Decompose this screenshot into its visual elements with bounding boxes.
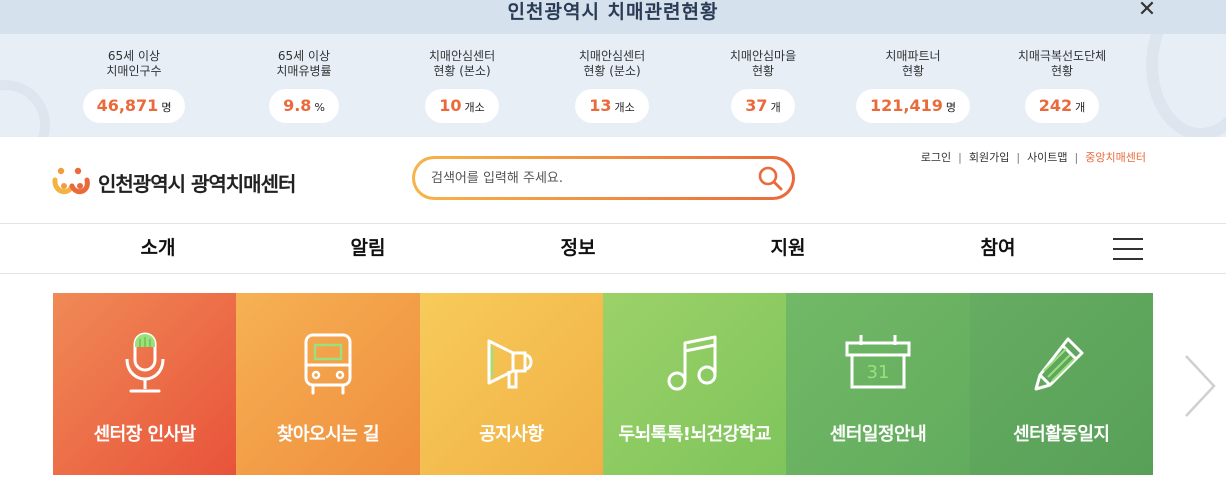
quick-tile-label: 센터활동일지: [1013, 424, 1110, 445]
quick-tile-brain-school[interactable]: 두뇌톡톡!뇌건강학교: [602, 293, 787, 475]
stat-unit: 개소: [614, 101, 635, 114]
stat-unit: %: [314, 101, 325, 114]
stat-label: 치매안심센터 현황 (분소): [578, 49, 646, 78]
dementia-stats-banner: 인천광역시 치매관련현황 ✕ 65세 이상 치매인구수 46,871 명 65세 …: [0, 0, 1226, 137]
search-icon: [758, 166, 783, 191]
search-input[interactable]: [431, 170, 748, 186]
stat-unit: 명: [161, 101, 172, 114]
stat-item: 치매안심마을 현황 37 개: [688, 47, 838, 123]
quick-tile-directions[interactable]: 찾아오시는 길: [236, 293, 420, 475]
search-button[interactable]: [748, 159, 792, 197]
menu-icon[interactable]: [1113, 238, 1143, 260]
stat-value-pill: 13 개소: [575, 89, 649, 123]
carousel-next-button[interactable]: [1180, 352, 1218, 420]
logo-text: 인천광역시 광역치매센터: [98, 171, 296, 196]
quick-menu: 센터장 인사말 찾아오시는 길 공지사항 두뇌톡톡!뇌건강학교 31 센터일정안…: [53, 293, 1153, 475]
microphone-icon: [115, 329, 175, 399]
search-field-wrapper: [415, 159, 792, 197]
stat-value-pill: 37 개: [731, 89, 795, 123]
search-box: [412, 156, 795, 200]
calendar-day: 31: [867, 362, 890, 383]
nav-item-intro[interactable]: 소개: [98, 224, 218, 273]
separator: |: [1074, 150, 1079, 164]
nav-item-info[interactable]: 정보: [518, 224, 638, 273]
quick-tile-greeting[interactable]: 센터장 인사말: [53, 293, 237, 475]
separator: |: [958, 150, 962, 164]
nav-item-participate[interactable]: 참여: [938, 224, 1058, 273]
stat-item: 치매안심센터 현황 (본소) 10 개소: [387, 47, 537, 123]
quick-tile-label: 공지사항: [479, 424, 544, 445]
menu-icon-bar: [1113, 238, 1143, 240]
stat-value-pill: 121,419 명: [856, 89, 970, 123]
quick-tile-label: 센터장 인사말: [93, 424, 197, 445]
site-header: 인천광역시 광역치매센터 로그인 | 회원가입 | 사이트맵 | 중앙치매센터: [0, 137, 1226, 223]
stat-label: 65세 이상 치매유병률: [276, 49, 332, 78]
calendar-icon: 31: [843, 329, 913, 399]
menu-icon-bar: [1113, 248, 1143, 250]
chevron-right-icon: [1185, 355, 1216, 417]
stat-value: 121,419: [870, 96, 943, 115]
quick-tile-notice[interactable]: 공지사항: [419, 293, 603, 475]
stat-value: 10: [439, 96, 462, 115]
megaphone-icon: [479, 329, 543, 399]
stat-value-pill: 46,871 명: [82, 89, 186, 123]
quick-tile-label: 센터일정안내: [829, 424, 927, 445]
stat-label: 치매안심마을 현황: [729, 49, 797, 78]
login-link[interactable]: 로그인: [921, 149, 951, 165]
separator: |: [1016, 150, 1021, 164]
site-logo[interactable]: 인천광역시 광역치매센터: [52, 165, 296, 199]
stat-value-pill: 10 개소: [425, 89, 499, 123]
sitemap-link[interactable]: 사이트맵: [1027, 149, 1067, 165]
stat-value: 9.8: [283, 96, 312, 115]
stat-item: 65세 이상 치매유병률 9.8%: [229, 47, 379, 123]
stat-item: 치매안심센터 현황 (분소) 13 개소: [537, 47, 687, 123]
stat-value: 37: [745, 96, 768, 115]
stat-label: 치매안심센터 현황 (본소): [428, 49, 496, 78]
stat-unit: 개소: [464, 101, 485, 114]
quick-tile-activity-log[interactable]: 센터활동일지: [969, 293, 1153, 475]
stat-label: 치매파트너 현황: [885, 49, 941, 78]
central-dementia-center-link[interactable]: 중앙치매센터: [1085, 149, 1146, 165]
utility-links: 로그인 | 회원가입 | 사이트맵 | 중앙치매센터: [921, 149, 1146, 165]
pencil-icon: [1028, 329, 1094, 399]
stat-unit: 개: [1075, 101, 1086, 114]
quick-tile-label: 두뇌톡톡!뇌건강학교: [618, 424, 772, 445]
stat-unit: 개: [770, 101, 781, 114]
stat-value-pill: 9.8%: [269, 89, 339, 123]
stat-value: 242: [1038, 96, 1073, 115]
stat-label: 치매극복선도단체 현황: [1017, 49, 1107, 78]
stat-value: 13: [589, 96, 612, 115]
stat-value: 46,871: [96, 96, 159, 115]
nav-item-notice[interactable]: 알림: [308, 224, 428, 273]
bus-icon: [298, 329, 358, 399]
banner-decoration: [0, 80, 50, 137]
menu-icon-bar: [1113, 258, 1143, 260]
stat-value-pill: 242 개: [1024, 89, 1100, 123]
quick-tile-label: 찾아오시는 길: [276, 424, 380, 445]
stat-unit: 명: [945, 101, 956, 114]
stat-item: 치매파트너 현황 121,419 명: [838, 47, 988, 123]
nav-item-support[interactable]: 지원: [728, 224, 848, 273]
quick-tile-schedule[interactable]: 31 센터일정안내: [786, 293, 970, 475]
logo-mark-icon: [52, 167, 90, 195]
stat-label: 65세 이상 치매인구수: [106, 49, 162, 78]
main-nav: 소개 알림 정보 지원 참여: [0, 223, 1226, 274]
signup-link[interactable]: 회원가입: [969, 149, 1009, 165]
close-icon[interactable]: ✕: [1134, 0, 1160, 22]
stats-banner-title: 인천광역시 치매관련현황: [0, 0, 1226, 34]
music-note-icon: [663, 329, 727, 399]
stat-item: 65세 이상 치매인구수 46,871 명: [59, 47, 209, 123]
stat-item: 치매극복선도단체 현황 242 개: [987, 47, 1137, 123]
